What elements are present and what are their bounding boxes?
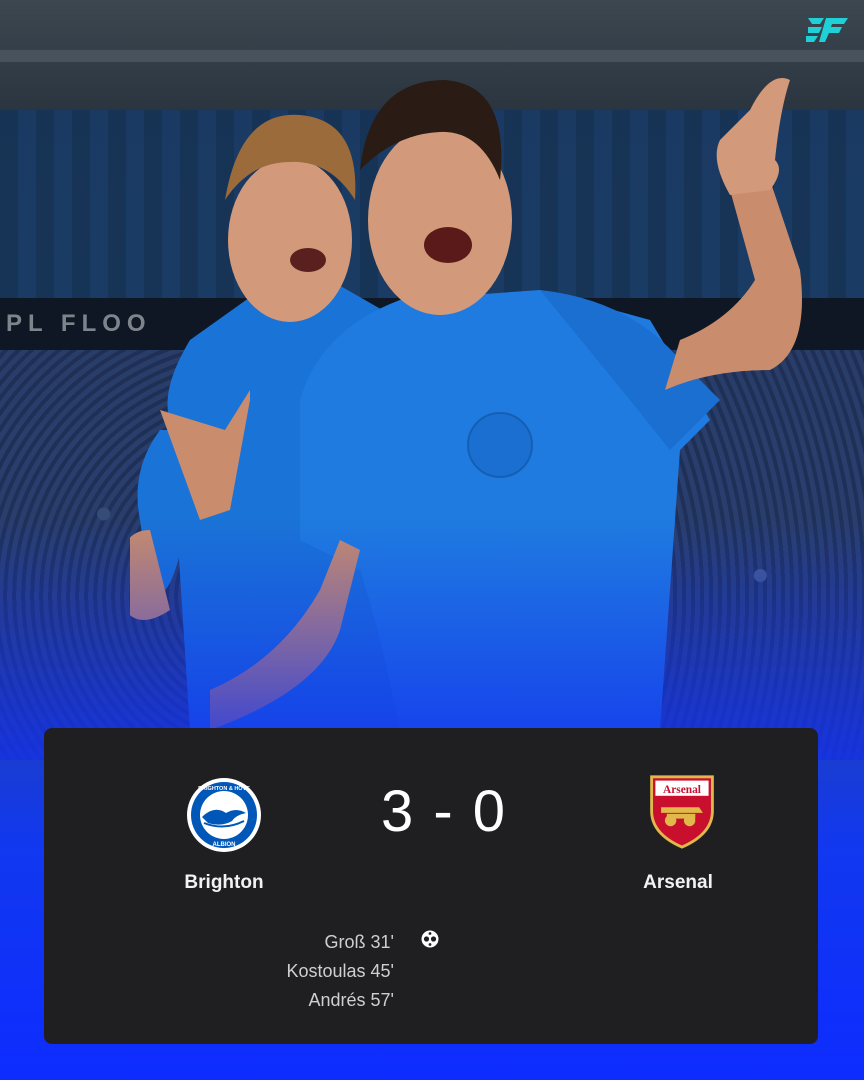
scorer-item: Kostoulas 45' xyxy=(286,961,394,981)
svg-text:Arsenal: Arsenal xyxy=(663,784,701,796)
svg-text:BRIGHTON & HOVE: BRIGHTON & HOVE xyxy=(198,786,250,792)
arsenal-badge-icon: Arsenal xyxy=(650,775,714,849)
scorer-item: Andrés 57' xyxy=(308,990,395,1010)
brighton-badge-icon: BRIGHTON & HOVE ALBION xyxy=(187,778,261,852)
home-team-name: Brighton xyxy=(184,872,264,893)
svg-text:ALBION: ALBION xyxy=(213,842,236,848)
goal-scorers-list: Groß 31' Kostoulas 45' Andrés 57' xyxy=(244,928,394,1015)
hero-photo: PL FLOO xyxy=(0,0,864,760)
match-result-card: BRIGHTON & HOVE ALBION Brighton 3 - 0 Ar… xyxy=(44,728,818,1044)
stadium-rail xyxy=(0,50,864,62)
brand-logo-icon xyxy=(806,18,848,42)
scorer-item: Groß 31' xyxy=(324,932,394,952)
photo-fade xyxy=(0,520,864,760)
away-team-name: Arsenal xyxy=(643,872,713,893)
final-score: 3 - 0 xyxy=(380,779,508,844)
football-icon xyxy=(420,929,440,949)
